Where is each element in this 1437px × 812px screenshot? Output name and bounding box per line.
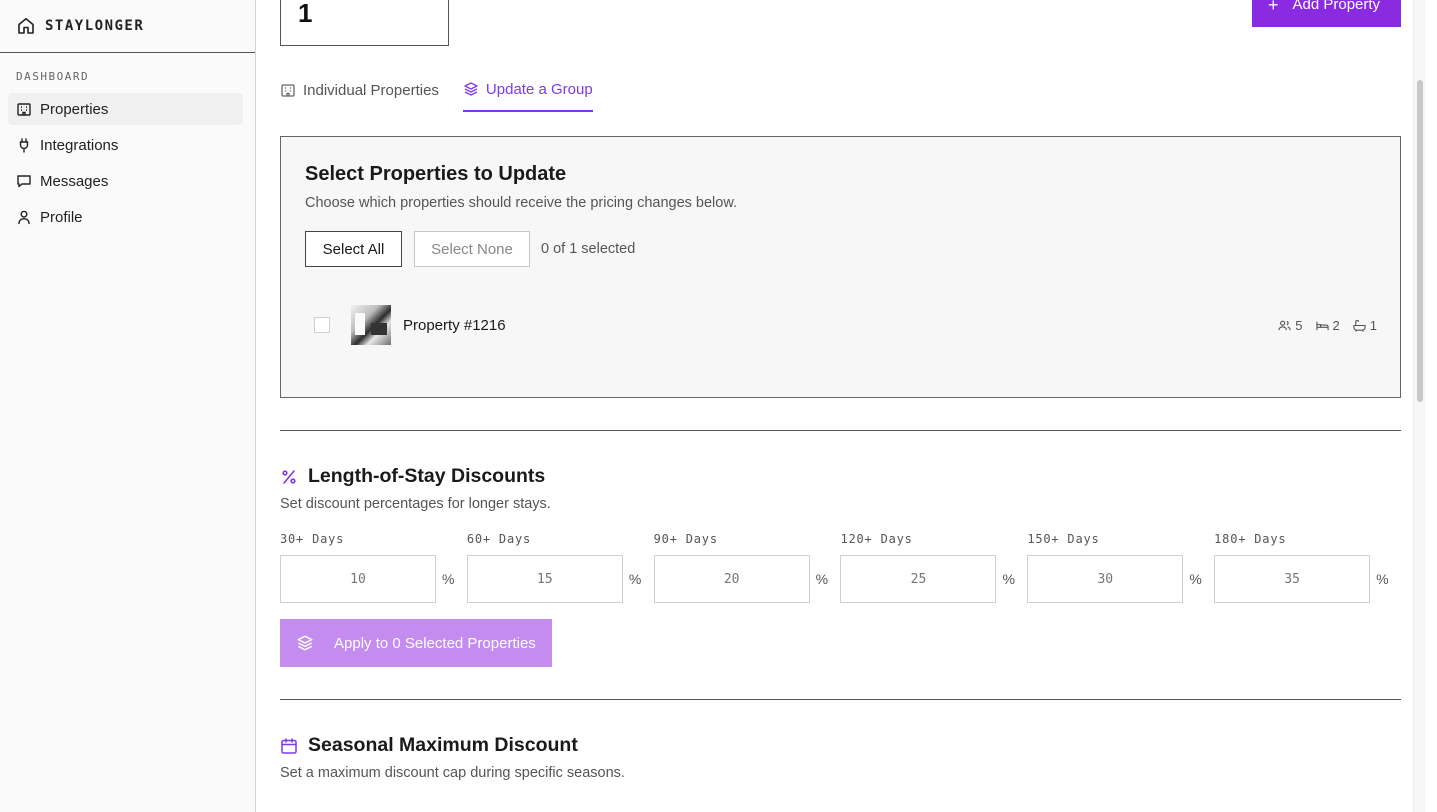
discount-field-150: 150+ Days % bbox=[1027, 532, 1214, 603]
view-tabs: Individual Properties Update a Group bbox=[280, 78, 593, 112]
calendar-icon bbox=[281, 737, 297, 754]
main-content: 1 + Add Property Individual Properties U… bbox=[256, 0, 1425, 812]
sidebar-item-label: Properties bbox=[40, 100, 109, 118]
percent-unit: % bbox=[1002, 571, 1015, 587]
los-title-text: Length-of-Stay Discounts bbox=[308, 465, 546, 487]
percent-unit: % bbox=[442, 571, 455, 587]
card-subtitle: Choose which properties should receive t… bbox=[305, 195, 738, 211]
building-icon bbox=[17, 103, 31, 116]
property-name: Property #1216 bbox=[403, 316, 506, 334]
percent-unit: % bbox=[628, 571, 642, 587]
building-icon bbox=[281, 84, 295, 97]
discount-input-180[interactable] bbox=[1214, 555, 1371, 603]
plus-icon: + bbox=[1268, 0, 1279, 15]
sidebar-item-integrations[interactable]: Integrations bbox=[8, 129, 243, 161]
bedrooms-count: 2 bbox=[1332, 317, 1340, 333]
section-label-dashboard: DASHBOARD bbox=[16, 70, 90, 83]
los-discount-fields: 30+ Days % 60+ Days % 90+ Days % 120+ Da… bbox=[280, 532, 1401, 603]
add-property-label: Add Property bbox=[1292, 0, 1381, 13]
layers-icon bbox=[464, 82, 478, 96]
los-subtitle: Set discount percentages for longer stay… bbox=[280, 496, 551, 512]
home-icon bbox=[18, 18, 34, 34]
add-property-button[interactable]: + Add Property bbox=[1252, 0, 1401, 27]
apply-discounts-button[interactable]: Apply to 0 Selected Properties bbox=[280, 619, 552, 667]
percent-unit: % bbox=[815, 571, 829, 587]
users-icon bbox=[1278, 320, 1291, 330]
property-thumbnail bbox=[351, 305, 391, 345]
tab-individual-properties[interactable]: Individual Properties bbox=[280, 78, 439, 112]
scrollbar-thumb[interactable] bbox=[1417, 80, 1423, 402]
layers-icon bbox=[297, 635, 313, 651]
percent-unit: % bbox=[1189, 571, 1202, 587]
discount-input-60[interactable] bbox=[466, 555, 623, 603]
property-count-value: 1 bbox=[298, 0, 313, 28]
day-label: 150+ Days bbox=[1027, 532, 1100, 546]
sidebar-nav: Properties Integrations Messages Profile bbox=[0, 93, 255, 233]
select-none-button[interactable]: Select None bbox=[414, 231, 530, 267]
apply-button-label: Apply to 0 Selected Properties bbox=[334, 634, 536, 652]
seasonal-title-text: Seasonal Maximum Discount bbox=[308, 734, 578, 756]
tab-label: Individual Properties bbox=[303, 81, 439, 99]
sidebar-item-label: Messages bbox=[40, 172, 109, 190]
percent-icon bbox=[282, 469, 296, 484]
discount-field-180: 180+ Days % bbox=[1214, 532, 1401, 603]
bed-icon bbox=[1315, 321, 1329, 330]
sidebar-item-label: Profile bbox=[40, 208, 83, 226]
plug-icon bbox=[19, 138, 29, 153]
select-properties-card: Select Properties to Update Choose which… bbox=[280, 136, 1401, 398]
bedrooms-amenity: 2 bbox=[1315, 317, 1340, 333]
tab-label: Update a Group bbox=[485, 80, 593, 98]
day-label: 120+ Days bbox=[840, 532, 913, 546]
discount-input-90[interactable] bbox=[653, 555, 810, 603]
discount-input-150[interactable] bbox=[1027, 555, 1184, 603]
scrollbar[interactable] bbox=[1413, 0, 1425, 812]
discount-field-60: 60+ Days % bbox=[466, 532, 654, 603]
discount-input-30[interactable] bbox=[280, 555, 436, 603]
discount-input-120[interactable] bbox=[840, 555, 997, 603]
tab-update-group[interactable]: Update a Group bbox=[462, 78, 593, 112]
sidebar-item-messages[interactable]: Messages bbox=[8, 165, 243, 197]
sidebar: STAYLONGER DASHBOARD Properties Integrat… bbox=[0, 0, 256, 812]
bathrooms-amenity: 1 bbox=[1353, 318, 1377, 333]
brand-name: STAYLONGER bbox=[45, 18, 145, 34]
select-all-button[interactable]: Select All bbox=[305, 231, 402, 267]
day-label: 90+ Days bbox=[653, 532, 718, 546]
bath-icon bbox=[1353, 319, 1366, 332]
guests-count: 5 bbox=[1295, 317, 1303, 333]
day-label: 180+ Days bbox=[1214, 532, 1287, 546]
section-divider bbox=[280, 699, 1401, 700]
bathrooms-count: 1 bbox=[1369, 317, 1377, 333]
property-checkbox[interactable] bbox=[314, 317, 330, 333]
selected-count: 0 of 1 selected bbox=[541, 241, 636, 257]
property-amenities: 5 2 1 bbox=[1278, 318, 1377, 333]
property-row[interactable]: Property #1216 5 2 1 bbox=[305, 303, 1377, 347]
day-label: 30+ Days bbox=[280, 532, 345, 546]
day-label: 60+ Days bbox=[466, 532, 532, 546]
message-icon bbox=[17, 175, 31, 188]
card-title: Select Properties to Update bbox=[305, 163, 567, 185]
guests-amenity: 5 bbox=[1278, 317, 1303, 333]
discount-field-90: 90+ Days % bbox=[653, 532, 841, 603]
seasonal-section-title: Seasonal Maximum Discount bbox=[280, 734, 578, 757]
discount-field-120: 120+ Days % bbox=[840, 532, 1027, 603]
section-divider bbox=[280, 430, 1401, 431]
seasonal-subtitle: Set a maximum discount cap during specif… bbox=[280, 765, 625, 781]
sidebar-item-profile[interactable]: Profile bbox=[8, 201, 243, 233]
los-section-title: Length-of-Stay Discounts bbox=[280, 465, 545, 488]
sidebar-item-label: Integrations bbox=[40, 136, 119, 154]
brand[interactable]: STAYLONGER bbox=[0, 0, 255, 53]
user-icon bbox=[18, 210, 30, 225]
property-count-box: 1 bbox=[280, 0, 449, 46]
discount-field-30: 30+ Days % bbox=[280, 532, 467, 603]
sidebar-item-properties[interactable]: Properties bbox=[8, 93, 243, 125]
percent-unit: % bbox=[1376, 571, 1389, 587]
